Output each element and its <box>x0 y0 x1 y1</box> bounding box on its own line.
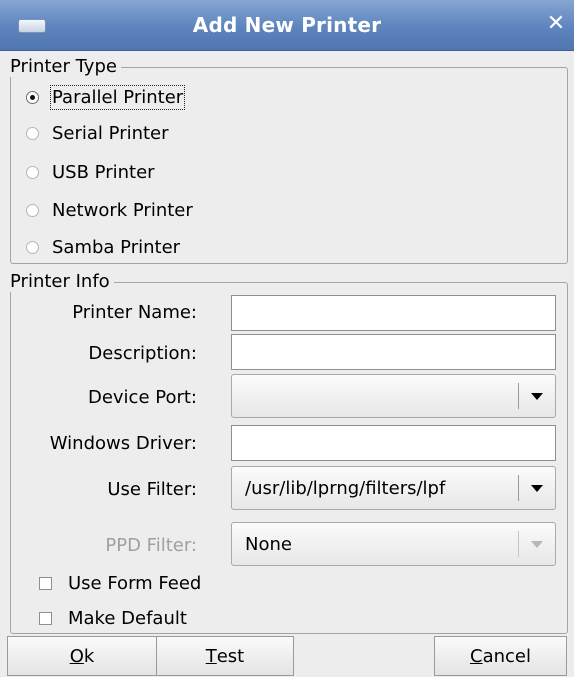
radio-network-printer[interactable]: Network Printer <box>26 195 193 225</box>
ok-label-rest: k <box>83 645 95 667</box>
use-filter-label: Use Filter: <box>107 479 197 500</box>
radio-indicator[interactable] <box>26 126 39 140</box>
printer-name-label: Printer Name: <box>72 302 197 323</box>
title-bar: Add New Printer ✕ <box>0 0 574 51</box>
windows-driver-label: Windows Driver: <box>49 433 197 454</box>
use-filter-dropdown[interactable]: /usr/lib/lprng/filters/lpf <box>231 466 556 510</box>
radio-indicator[interactable] <box>26 240 39 254</box>
ppd-filter-value: None <box>245 533 292 555</box>
windows-driver-input[interactable] <box>231 425 556 461</box>
chevron-down-icon[interactable] <box>519 393 555 400</box>
checkbox-indicator[interactable] <box>39 611 52 625</box>
window-title: Add New Printer <box>192 13 382 37</box>
radio-indicator[interactable] <box>26 90 39 104</box>
cancel-mnemonic: C <box>470 645 483 667</box>
chevron-down-icon[interactable] <box>519 485 555 492</box>
use-form-feed-checkbox[interactable]: Use Form Feed <box>39 568 201 598</box>
make-default-checkbox[interactable]: Make Default <box>39 603 187 633</box>
test-label-rest: est <box>216 645 245 667</box>
ppd-filter-dropdown[interactable]: None <box>231 522 556 566</box>
device-port-label: Device Port: <box>87 387 197 408</box>
radio-parallel-printer[interactable]: Parallel Printer <box>26 82 186 112</box>
chevron-down-icon[interactable] <box>519 541 555 548</box>
close-icon[interactable]: ✕ <box>544 10 568 38</box>
device-port-dropdown[interactable] <box>231 374 556 418</box>
checkbox-label: Use Form Feed <box>68 572 202 594</box>
radio-samba-printer[interactable]: Samba Printer <box>26 232 180 262</box>
radio-label: Samba Printer <box>52 236 181 258</box>
checkbox-label: Make Default <box>68 607 187 629</box>
printer-type-legend: Printer Type <box>10 56 117 77</box>
radio-label: Parallel Printer <box>49 84 186 110</box>
test-mnemonic: T <box>205 645 217 667</box>
printer-info-legend: Printer Info <box>10 271 110 292</box>
ok-button[interactable]: Ok <box>7 636 157 676</box>
radio-label: Serial Printer <box>52 122 169 144</box>
radio-label: Network Printer <box>52 199 193 221</box>
description-label: Description: <box>88 343 197 364</box>
ppd-filter-label: PPD Filter: <box>105 535 197 556</box>
radio-label: USB Printer <box>52 161 155 183</box>
description-input[interactable] <box>231 334 556 370</box>
printer-name-input[interactable] <box>231 295 556 331</box>
cancel-button[interactable]: Cancel <box>434 636 567 676</box>
radio-serial-printer[interactable]: Serial Printer <box>26 118 169 148</box>
radio-indicator[interactable] <box>26 165 39 179</box>
use-filter-value: /usr/lib/lprng/filters/lpf <box>245 477 446 499</box>
cancel-label-rest: ancel <box>482 645 531 667</box>
test-button[interactable]: Test <box>156 636 294 676</box>
checkbox-indicator[interactable] <box>39 576 52 590</box>
radio-usb-printer[interactable]: USB Printer <box>26 157 155 187</box>
ok-mnemonic: O <box>69 645 84 667</box>
radio-indicator[interactable] <box>26 203 39 217</box>
